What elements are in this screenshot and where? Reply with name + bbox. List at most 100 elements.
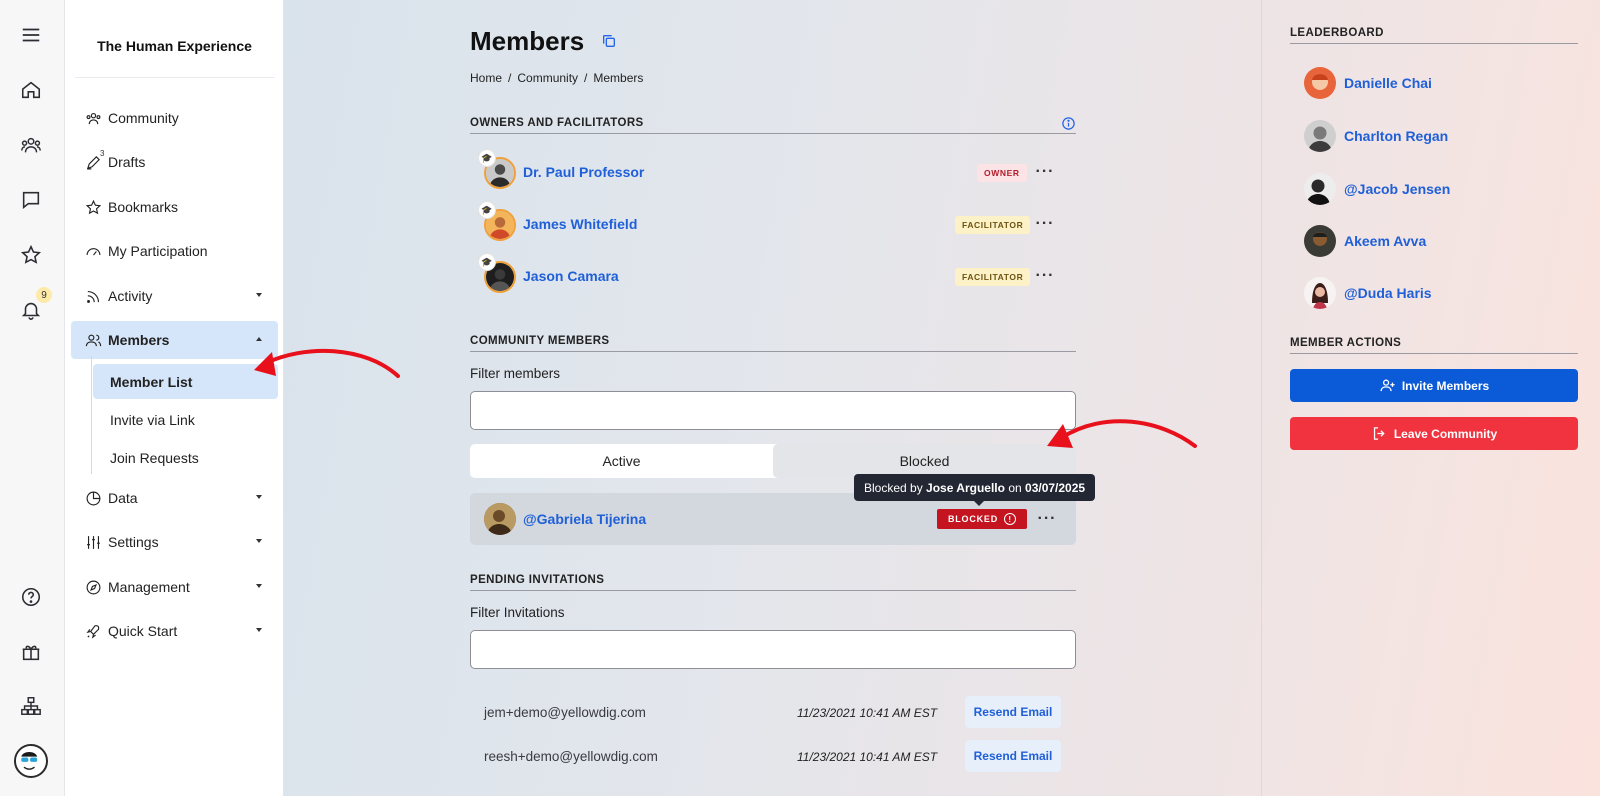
nav-item-activity[interactable]: Activity <box>71 277 278 315</box>
nav-item-data[interactable]: Data <box>71 479 278 517</box>
nav-label: Settings <box>108 534 159 550</box>
nav-label: My Participation <box>108 243 208 259</box>
avatar[interactable] <box>1304 277 1336 309</box>
blocked-label: BLOCKED <box>947 514 999 524</box>
invitation-row: jem+demo@yellowdig.com 11/23/2021 10:41 … <box>470 696 1076 730</box>
facilitator-name[interactable]: James Whitefield <box>523 216 637 232</box>
blocked-status-badge[interactable]: BLOCKED ! <box>937 509 1027 529</box>
tooltip-on: on <box>1008 480 1022 495</box>
help-icon[interactable] <box>14 580 48 614</box>
submenu-line <box>91 356 92 474</box>
resend-email-button[interactable]: Resend Email <box>965 740 1061 772</box>
notification-count-badge: 9 <box>36 287 52 303</box>
nav-item-members[interactable]: Members <box>71 321 278 359</box>
leaderboard-name[interactable]: Danielle Chai <box>1344 75 1432 91</box>
page-title: Members <box>470 26 585 56</box>
compass-icon <box>86 580 101 594</box>
leaderboard-name[interactable]: Charlton Regan <box>1344 128 1448 144</box>
leaderboard-item: Charlton Regan <box>1304 120 1564 154</box>
leaderboard-item: @Jacob Jensen <box>1304 173 1564 207</box>
nav-item-drafts[interactable]: 3 Drafts <box>71 143 278 181</box>
tab-blocked[interactable]: Blocked <box>773 444 1076 478</box>
sliders-icon <box>87 535 100 549</box>
resend-email-button[interactable]: Resend Email <box>965 696 1061 728</box>
more-options-icon[interactable]: ··· <box>1034 161 1056 183</box>
filter-invitations-input[interactable] <box>470 630 1076 669</box>
owners-heading: OWNERS AND FACILITATORS <box>470 117 1076 134</box>
leave-community-button[interactable]: Leave Community <box>1290 417 1578 450</box>
avatar[interactable] <box>484 503 516 535</box>
pie-chart-icon <box>86 491 101 505</box>
nav-item-my-participation[interactable]: My Participation <box>71 232 278 270</box>
chevron-down-icon <box>256 628 262 632</box>
invitation-date: 11/23/2021 10:41 AM EST <box>797 706 938 720</box>
member-actions-heading: MEMBER ACTIONS <box>1290 337 1578 354</box>
invitation-email: jem+demo@yellowdig.com <box>484 705 646 720</box>
avatar[interactable] <box>1304 120 1336 152</box>
notifications-bell-icon[interactable]: 9 <box>14 287 52 327</box>
user-avatar[interactable] <box>14 744 48 778</box>
leaderboard-item: Akeem Avva <box>1304 225 1564 259</box>
nav-label: Activity <box>108 288 153 304</box>
nav-label: Management <box>108 579 190 595</box>
breadcrumb-home[interactable]: Home <box>470 71 502 85</box>
copy-icon[interactable] <box>601 33 617 49</box>
community-icon[interactable] <box>14 128 48 162</box>
more-options-icon[interactable]: ··· <box>1034 265 1056 287</box>
rss-icon <box>87 290 100 303</box>
owner-name[interactable]: Dr. Paul Professor <box>523 164 644 180</box>
facilitator-name[interactable]: Jason Camara <box>523 268 619 284</box>
nav-item-community[interactable]: Community <box>71 99 278 137</box>
nav-label: Data <box>108 490 138 506</box>
graduation-cap-icon: 🎓 <box>478 253 496 271</box>
logout-icon <box>1373 427 1385 440</box>
leaderboard-name[interactable]: Akeem Avva <box>1344 233 1426 249</box>
subnav-join-requests[interactable]: Join Requests <box>93 440 278 475</box>
graduation-cap-icon: 🎓 <box>478 149 496 167</box>
divider <box>75 77 275 78</box>
info-icon[interactable] <box>1061 116 1076 131</box>
rocket-icon <box>86 624 100 639</box>
nav-label: Drafts <box>108 154 146 170</box>
nav-sidebar: The Human Experience Community 3 Drafts … <box>65 0 284 796</box>
facilitator-row: 🎓 Jason Camara FACILITATOR ··· <box>470 253 1076 299</box>
avatar[interactable] <box>1304 173 1336 205</box>
community-name: The Human Experience <box>97 38 252 54</box>
star-icon[interactable] <box>14 238 48 272</box>
breadcrumb: Home / Community / Members <box>470 71 644 85</box>
leaderboard-item: Danielle Chai <box>1304 67 1564 101</box>
facilitator-row: 🎓 James Whitefield FACILITATOR ··· <box>470 201 1076 247</box>
nav-item-bookmarks[interactable]: Bookmarks <box>71 188 278 226</box>
leaderboard-heading: LEADERBOARD <box>1290 27 1578 44</box>
chat-icon[interactable] <box>14 183 48 217</box>
more-options-icon[interactable]: ··· <box>1036 508 1058 530</box>
alert-icon: ! <box>1004 513 1017 525</box>
menu-icon[interactable] <box>14 18 48 52</box>
nav-item-management[interactable]: Management <box>71 568 278 606</box>
chevron-down-icon <box>256 495 262 499</box>
nav-item-quick-start[interactable]: Quick Start <box>71 612 278 650</box>
owner-row: 🎓 Dr. Paul Professor OWNER ··· <box>470 149 1076 195</box>
sitemap-icon[interactable] <box>14 689 48 723</box>
role-badge: FACILITATOR <box>955 216 1031 234</box>
tab-active[interactable]: Active <box>470 444 773 478</box>
annotation-arrow-left <box>254 348 400 378</box>
avatar[interactable] <box>1304 67 1336 99</box>
home-icon[interactable] <box>14 73 48 107</box>
tooltip-blocker: Jose Arguello <box>926 480 1005 495</box>
member-name[interactable]: @Gabriela Tijerina <box>523 511 646 527</box>
more-options-icon[interactable]: ··· <box>1034 213 1056 235</box>
nav-item-settings[interactable]: Settings <box>71 523 278 561</box>
invite-members-button[interactable]: Invite Members <box>1290 369 1578 402</box>
leaderboard-name[interactable]: @Jacob Jensen <box>1344 181 1450 197</box>
nav-label: Members <box>108 332 170 348</box>
breadcrumb-community[interactable]: Community <box>517 71 578 85</box>
icon-rail: 9 <box>0 0 65 796</box>
filter-members-input[interactable] <box>470 391 1076 430</box>
leaderboard-name[interactable]: @Duda Haris <box>1344 285 1432 301</box>
avatar[interactable] <box>1304 225 1336 257</box>
community-icon <box>86 112 101 124</box>
gift-icon[interactable] <box>14 635 48 669</box>
subnav-invite-via-link[interactable]: Invite via Link <box>93 402 278 437</box>
chevron-down-icon <box>256 293 262 297</box>
